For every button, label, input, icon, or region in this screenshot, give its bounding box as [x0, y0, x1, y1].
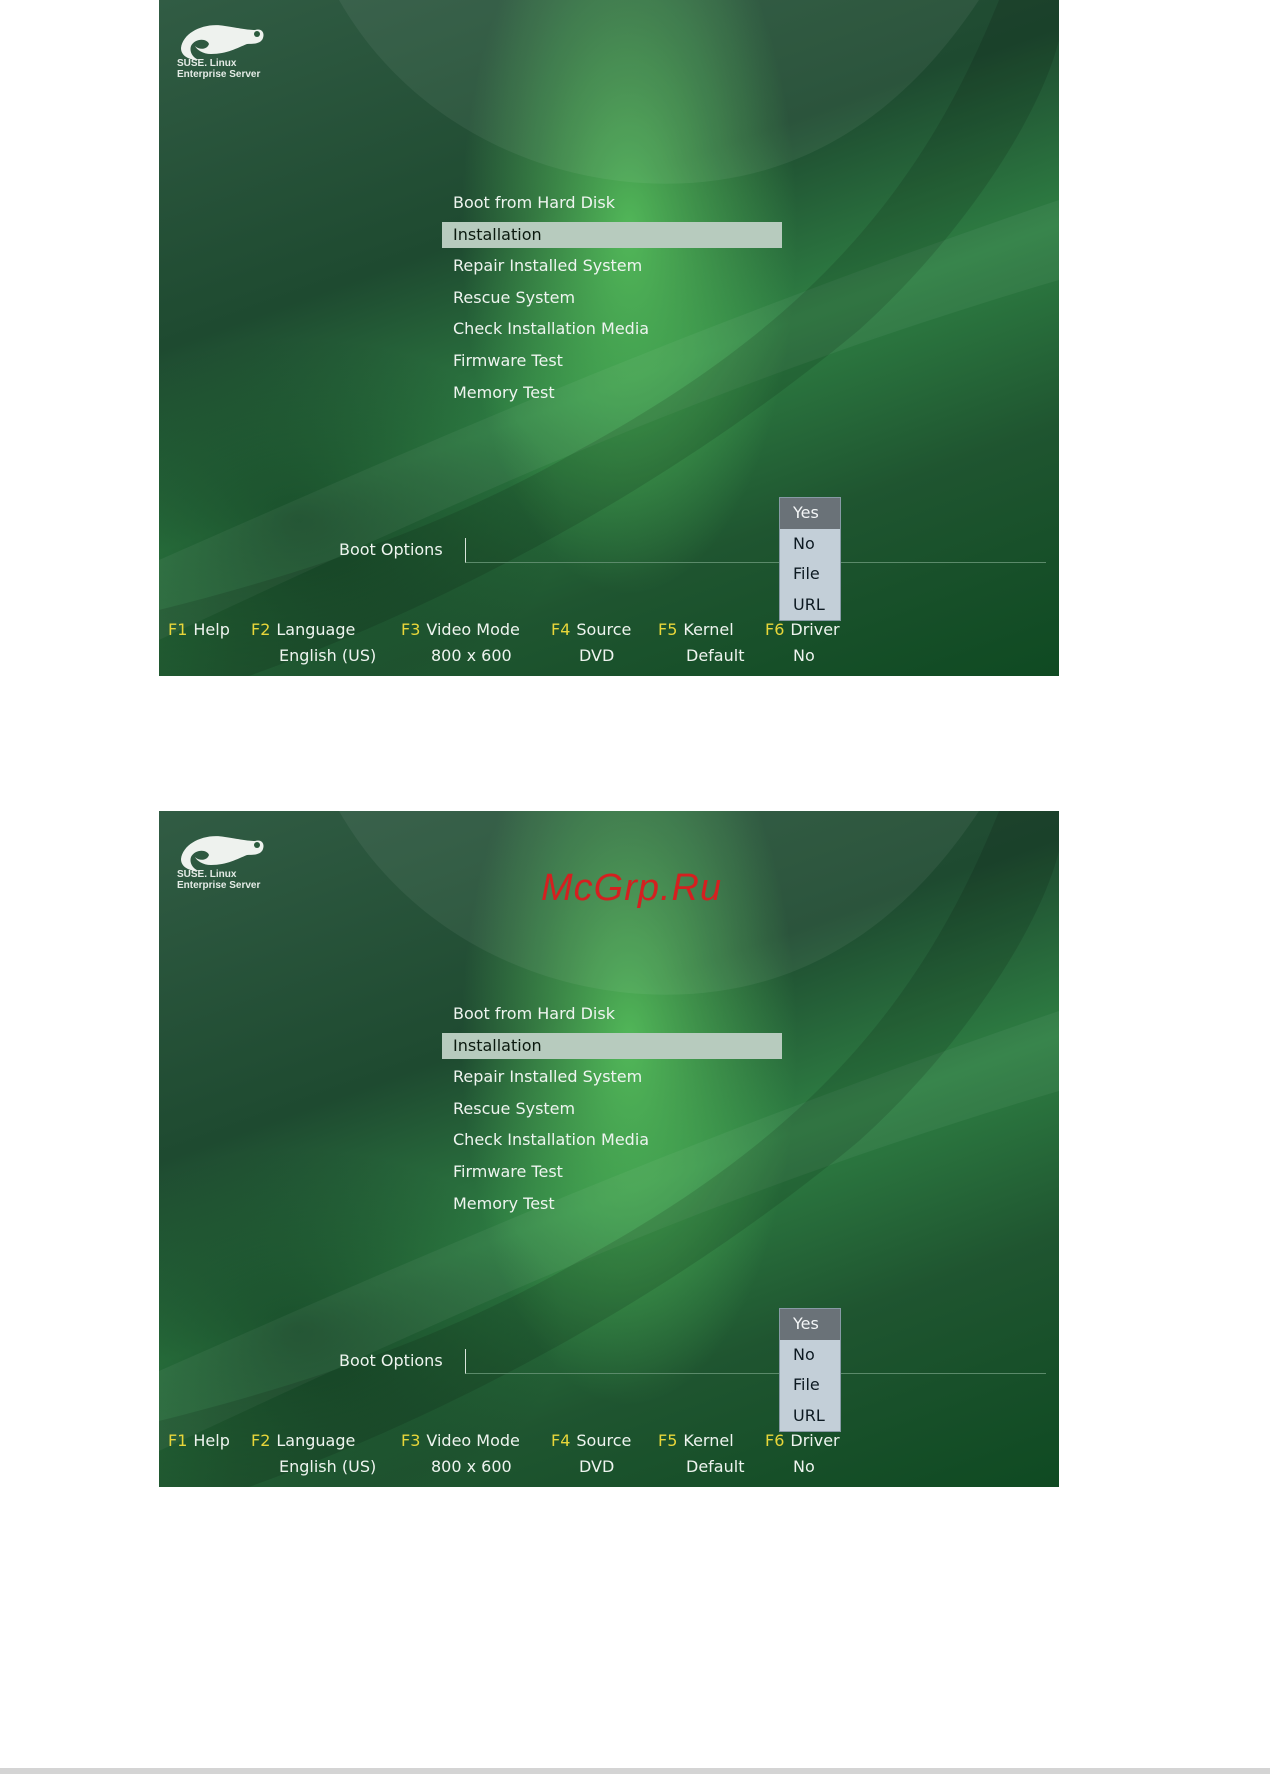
kernel-value: Default	[686, 646, 745, 665]
menu-item-check-installation-media[interactable]: Check Installation Media	[442, 1127, 782, 1153]
driver-dropdown[interactable]: Yes No File URL	[779, 1308, 841, 1432]
function-key-bar: F1 Help F2 Language English (US) F3 Video M…	[159, 1431, 1059, 1487]
boot-screen-1: SUSE. Linux Enterprise Server Boot from …	[159, 0, 1059, 676]
menu-item-firmware-test[interactable]: Firmware Test	[442, 348, 782, 374]
boot-screen-2: SUSE. Linux Enterprise Server McGrp.Ru B…	[159, 811, 1059, 1487]
language-value: English (US)	[279, 1457, 377, 1476]
dropdown-option-file[interactable]: File	[780, 1370, 840, 1401]
menu-item-boot-hard-disk[interactable]: Boot from Hard Disk	[442, 190, 782, 216]
menu-item-installation[interactable]: Installation	[442, 221, 782, 248]
boot-menu: Boot from Hard Disk Installation Repair …	[442, 1001, 782, 1222]
menu-item-repair-installed-system[interactable]: Repair Installed System	[442, 253, 782, 279]
menu-item-memory-test[interactable]: Memory Test	[442, 1191, 782, 1217]
source-value: DVD	[579, 1457, 615, 1476]
menu-item-installation[interactable]: Installation	[442, 1032, 782, 1059]
boot-options-label: Boot Options	[339, 1351, 443, 1370]
dropdown-option-url[interactable]: URL	[780, 1401, 840, 1432]
fkey-video-mode[interactable]: F3 Video Mode	[401, 1431, 520, 1450]
dropdown-option-yes[interactable]: Yes	[780, 498, 840, 529]
fkey-source[interactable]: F4 Source	[551, 1431, 631, 1450]
driver-value: No	[793, 646, 815, 665]
fkey-kernel[interactable]: F5 Kernel	[658, 620, 734, 639]
driver-dropdown[interactable]: Yes No File URL	[779, 497, 841, 621]
fkey-video-mode[interactable]: F3 Video Mode	[401, 620, 520, 639]
menu-item-rescue-system[interactable]: Rescue System	[442, 1096, 782, 1122]
fkey-kernel[interactable]: F5 Kernel	[658, 1431, 734, 1450]
fkey-driver[interactable]: F6 Driver	[765, 1431, 840, 1450]
video-mode-value: 800 x 600	[431, 646, 512, 665]
menu-item-boot-hard-disk[interactable]: Boot from Hard Disk	[442, 1001, 782, 1027]
dropdown-option-no[interactable]: No	[780, 1340, 840, 1371]
kernel-value: Default	[686, 1457, 745, 1476]
fkey-help[interactable]: F1 Help	[168, 1431, 230, 1450]
watermark: McGrp.Ru	[541, 867, 723, 909]
driver-value: No	[793, 1457, 815, 1476]
menu-item-repair-installed-system[interactable]: Repair Installed System	[442, 1064, 782, 1090]
menu-item-check-installation-media[interactable]: Check Installation Media	[442, 316, 782, 342]
fkey-language[interactable]: F2 Language	[251, 620, 355, 639]
dropdown-option-file[interactable]: File	[780, 559, 840, 590]
menu-item-rescue-system[interactable]: Rescue System	[442, 285, 782, 311]
source-value: DVD	[579, 646, 615, 665]
menu-item-memory-test[interactable]: Memory Test	[442, 380, 782, 406]
fkey-language[interactable]: F2 Language	[251, 1431, 355, 1450]
boot-options-label: Boot Options	[339, 540, 443, 559]
product-logo-text: SUSE. Linux Enterprise Server	[177, 869, 261, 891]
video-mode-value: 800 x 600	[431, 1457, 512, 1476]
dropdown-option-yes[interactable]: Yes	[780, 1309, 840, 1340]
fkey-help[interactable]: F1 Help	[168, 620, 230, 639]
boot-options-input[interactable]	[465, 538, 1046, 563]
language-value: English (US)	[279, 646, 377, 665]
menu-item-firmware-test[interactable]: Firmware Test	[442, 1159, 782, 1185]
dropdown-option-no[interactable]: No	[780, 529, 840, 560]
product-logo-text: SUSE. Linux Enterprise Server	[177, 58, 261, 80]
dropdown-option-url[interactable]: URL	[780, 590, 840, 621]
fkey-source[interactable]: F4 Source	[551, 620, 631, 639]
fkey-driver[interactable]: F6 Driver	[765, 620, 840, 639]
page-bottom-divider	[0, 1768, 1270, 1774]
function-key-bar: F1 Help F2 Language English (US) F3 Video M…	[159, 620, 1059, 676]
boot-options-input[interactable]	[465, 1349, 1046, 1374]
boot-menu: Boot from Hard Disk Installation Repair …	[442, 190, 782, 411]
